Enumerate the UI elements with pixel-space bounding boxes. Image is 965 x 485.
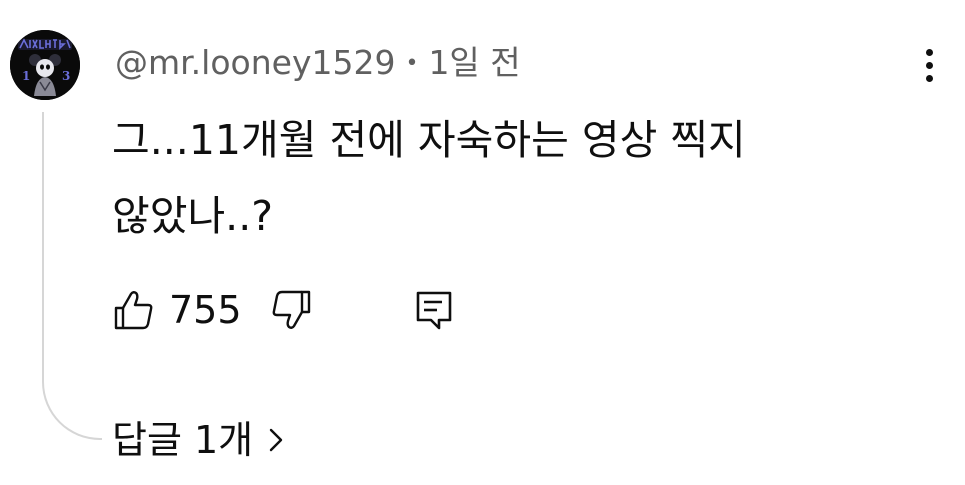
comment-text: 그...11개월 전에 자숙하는 영상 찍지 않았나..? [112, 116, 746, 240]
dislike-button[interactable] [269, 286, 313, 334]
comment-meta: @mr.looney1529 • 1일 전 [115, 38, 521, 89]
thumb-up-outline-icon [114, 291, 153, 330]
comment-timestamp[interactable]: 1일 전 [428, 43, 520, 82]
view-replies-button[interactable]: 답글 1개 [112, 415, 285, 465]
thread-connector-line [42, 112, 102, 440]
avatar[interactable]: 1 3 [10, 30, 80, 100]
avatar-number-left: 1 [22, 69, 30, 83]
avatar-number-right: 3 [62, 69, 70, 83]
kebab-icon[interactable] [912, 42, 946, 88]
comment-author[interactable]: @mr.looney1529 [115, 43, 395, 82]
meta-separator: • [405, 51, 419, 76]
like-button[interactable] [112, 286, 156, 334]
replies-label: 답글 1개 [112, 418, 254, 462]
comment-reply-icon [416, 291, 452, 330]
avatar-image: 1 3 [10, 30, 80, 100]
like-count: 755 [169, 288, 242, 332]
chevron-right-icon [267, 426, 285, 454]
thumb-down-outline-icon [272, 290, 311, 329]
reply-button[interactable] [412, 286, 456, 334]
